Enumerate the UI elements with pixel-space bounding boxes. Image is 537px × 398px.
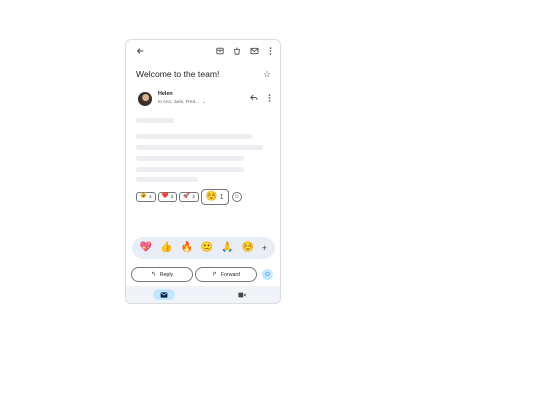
email-view: Welcome to the team! ☆ Helen to Ann, Jul… [125, 39, 281, 304]
emoji-option[interactable]: 💖 [140, 243, 152, 253]
nav-meet-tab[interactable] [237, 289, 247, 300]
top-app-bar [126, 40, 280, 64]
reaction-chip[interactable]: 🚀 2 [179, 192, 199, 202]
emoji-option[interactable]: 👍 [160, 243, 172, 253]
email-subject: Welcome to the team! [136, 69, 220, 79]
reaction-count: 3 [170, 194, 174, 200]
reaction-chip-selected[interactable]: ☺️ 1 [200, 189, 229, 205]
forward-button[interactable]: ↱ Forward [195, 267, 257, 282]
video-icon [238, 292, 246, 297]
bottom-nav [126, 286, 280, 303]
body-placeholder-line [136, 134, 253, 139]
arrow-back-icon[interactable] [135, 46, 145, 56]
emoji-option[interactable]: 🔥 [181, 243, 193, 253]
sender-name: Helen [158, 91, 173, 97]
emoji-option[interactable]: 🙁 [201, 243, 213, 253]
avatar[interactable] [138, 92, 152, 106]
trash-icon[interactable] [232, 46, 242, 56]
star-icon[interactable]: ☆ [263, 69, 271, 80]
recipients-line[interactable]: to Ann, Julie, Fred... ⌄ [158, 99, 206, 105]
archive-icon[interactable] [215, 46, 225, 56]
reaction-chip[interactable]: ❤️ 3 [157, 192, 178, 202]
emoji-option[interactable]: 🙏 [221, 243, 233, 253]
emoji-quick-picker: 💖 👍 🔥 🙁 🙏 ☺️ + [132, 237, 275, 259]
reaction-emoji: ❤️ [161, 193, 169, 200]
reaction-count: 2 [192, 194, 195, 200]
mail-icon [160, 291, 168, 298]
reaction-bar: 😺 4 ❤️ 3 🚀 2 ☺️ 1 ☺ [136, 189, 242, 205]
nav-mail-tab[interactable] [153, 289, 175, 300]
reaction-count: 4 [148, 194, 152, 200]
reply-icon[interactable] [250, 94, 258, 103]
reply-label: Reply [159, 271, 174, 278]
reaction-emoji: 🚀 [183, 193, 191, 200]
reaction-emoji: ☺️ [205, 191, 218, 203]
body-placeholder-line [136, 167, 244, 172]
mail-icon[interactable] [249, 46, 259, 56]
recipients-text: to Ann, Julie, Fred... [158, 99, 199, 104]
reaction-count: 1 [219, 193, 224, 201]
reaction-emoji: 😺 [140, 193, 147, 200]
emoji-option[interactable]: ☺️ [241, 243, 253, 253]
add-icon[interactable]: + [262, 243, 267, 253]
reaction-chip[interactable]: 😺 4 [136, 192, 156, 202]
add-reaction-icon[interactable]: ☺ [231, 192, 242, 202]
reply-icon: ↰ [150, 272, 156, 278]
forward-icon: ↱ [211, 272, 217, 278]
more-vert-icon[interactable] [265, 46, 275, 56]
chevron-down-icon: ⌄ [202, 99, 206, 104]
body-placeholder-line [136, 145, 263, 150]
body-placeholder-line [136, 118, 174, 123]
forward-label: Forward [221, 271, 241, 278]
body-placeholder-line [136, 177, 198, 182]
reply-button[interactable]: ↰ Reply [131, 267, 193, 282]
body-placeholder-line [136, 156, 244, 161]
message-more-icon[interactable] [268, 94, 271, 104]
emoji-react-icon[interactable]: ☺ [262, 269, 273, 280]
